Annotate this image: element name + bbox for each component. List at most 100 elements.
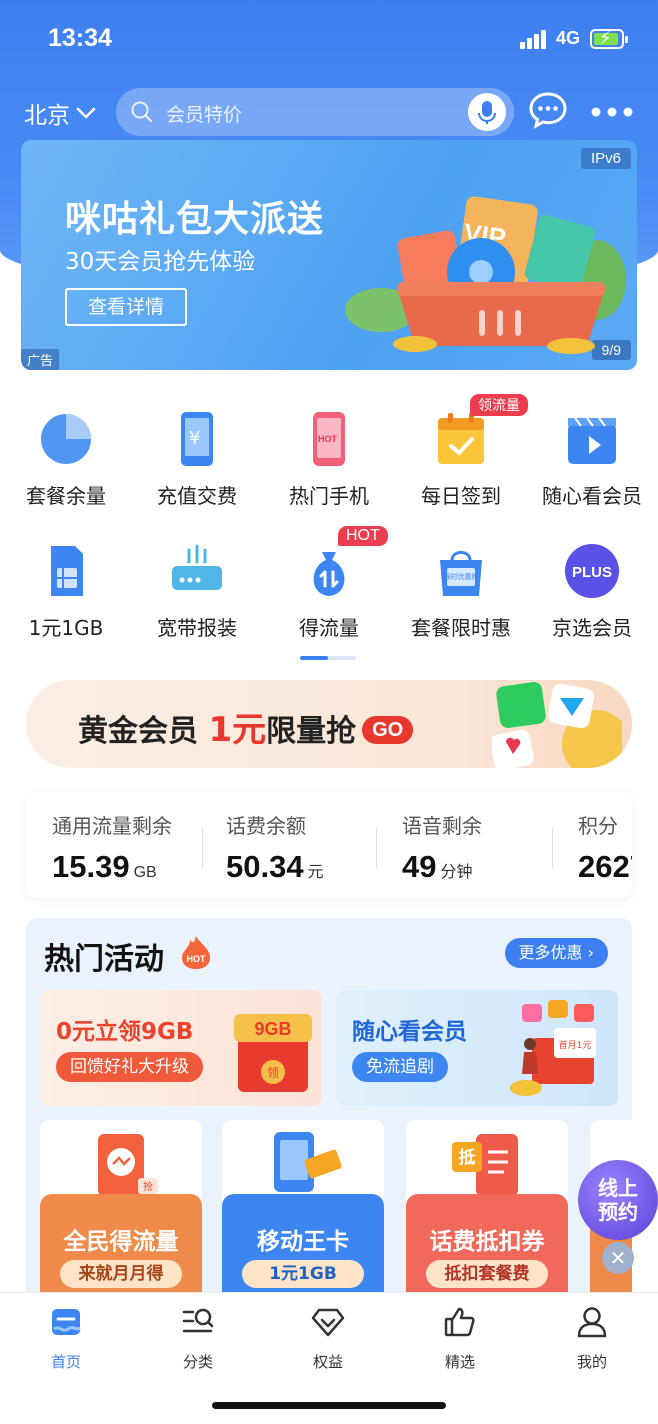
tab-category[interactable]: 分类 [148, 1305, 248, 1372]
router-icon [168, 542, 226, 600]
card-all-get-data[interactable]: 抢 全民得流量 来就月月得 [40, 1120, 202, 1298]
card-subtitle: 抵扣套餐费 [426, 1260, 548, 1288]
close-icon[interactable]: ✕ [602, 1242, 634, 1274]
search-input[interactable]: 会员特价 [166, 100, 242, 127]
tab-featured[interactable]: 精选 [410, 1305, 510, 1372]
more-icon[interactable] [590, 106, 634, 118]
view-details-button[interactable]: 查看详情 [65, 288, 187, 326]
search-icon [131, 101, 153, 123]
svg-text:领: 领 [267, 1066, 279, 1080]
gold-member-banner[interactable]: 黄金会员 1元限量抢 GO [26, 680, 632, 768]
tab-label: 首页 [50, 1353, 81, 1371]
grid-label: 热门手机 [289, 484, 369, 508]
grid-label: 宽带报装 [157, 616, 237, 640]
gold-suffix: 限量抢 [266, 714, 357, 749]
online-booking-float-button[interactable]: 线上 预约 [578, 1160, 658, 1240]
grid-item-get-data[interactable]: 得流量 [263, 542, 395, 641]
promo-button[interactable]: 回馈好礼大升级 [56, 1052, 203, 1082]
divider [552, 828, 553, 868]
svg-text:限时优惠购: 限时优惠购 [444, 572, 479, 581]
grid-item-limited-offer[interactable]: 限时优惠购 套餐限时惠 [395, 542, 527, 641]
diamond-icon [311, 1308, 345, 1337]
tab-home[interactable]: 首页 [16, 1305, 116, 1372]
float-label-2: 预约 [598, 1200, 638, 1224]
card-king-card[interactable]: 移动王卡 1元1GB [222, 1120, 384, 1298]
card-bottom: 移动王卡 1元1GB [222, 1194, 384, 1298]
gold-prefix: 黄金会员 [78, 714, 209, 749]
tab-profile[interactable]: 我的 [542, 1305, 642, 1372]
gold-price: 1元 [208, 710, 267, 750]
thumbs-up-icon [444, 1307, 475, 1337]
more-deals-button[interactable]: 更多优惠 › [504, 938, 608, 968]
phone-yen-icon: ¥ [168, 410, 226, 468]
card-bottom: 话费抵扣券 抵扣套餐费 [406, 1194, 568, 1298]
chevron-down-icon [76, 107, 96, 119]
stat-label: 话费余额 [226, 814, 306, 838]
grid-item-jd-member[interactable]: PLUS 京选会员 [526, 542, 658, 641]
earn-data-badge: 领流量 [470, 394, 528, 416]
svg-text:抵: 抵 [459, 1147, 476, 1168]
network-type: 4G [556, 28, 581, 48]
svg-text:HOT: HOT [318, 434, 338, 444]
search-bar[interactable]: 会员特价 [116, 88, 514, 136]
stat-data-remaining[interactable]: 通用流量剩余 15.39 GB [52, 810, 172, 885]
tab-label: 我的 [576, 1353, 607, 1371]
section-title: 热门活动 [44, 942, 164, 977]
promo-button[interactable]: 免流追剧 [352, 1052, 448, 1082]
card-bottom: 全民得流量 来就月月得 [40, 1194, 202, 1298]
home-icon [52, 1309, 81, 1335]
phone-hot-icon: HOT [300, 410, 358, 468]
signal-icon [520, 29, 550, 49]
grid-label: 套餐限时惠 [411, 616, 511, 640]
battery-icon: ⚡ [590, 28, 628, 49]
grid-item-1yuan-1gb[interactable]: 1元1GB [0, 542, 132, 641]
city-selector[interactable]: 北京 [24, 96, 96, 130]
svg-text:首月1元: 首月1元 [559, 1039, 592, 1051]
grid-label: 1元1GB [28, 616, 104, 640]
promo-video-vip[interactable]: 随心看会员 免流追剧 首月1元 [336, 990, 618, 1106]
stat-balance[interactable]: 话费余额 50.34 元 [226, 810, 324, 885]
top-header: 北京 会员特价 [0, 86, 658, 138]
category-icon [182, 1308, 214, 1333]
shopping-bag-icon: 限时优惠购 [432, 542, 490, 600]
grid-item-daily-checkin[interactable]: 每日签到 [395, 410, 527, 509]
account-stats-card[interactable]: 通用流量剩余 15.39 GB 话费余额 50.34 元 语音剩余 49 分钟 积分 … [26, 792, 632, 898]
stat-unit: 分钟 [440, 864, 473, 881]
video-gift-illustration: 首月1元 [510, 1000, 596, 1096]
microphone-icon[interactable] [468, 93, 506, 131]
chat-icon[interactable] [528, 90, 568, 130]
promo-title: 0元立领9GB [56, 1019, 194, 1045]
stat-points[interactable]: 积分 2627 [578, 810, 632, 885]
grid-label: 随心看会员 [542, 484, 642, 508]
grid-item-package-balance[interactable]: 套餐余量 [0, 410, 132, 509]
hot-badge: HOT [338, 526, 388, 546]
promo-banner[interactable]: 咪咕礼包大派送 30天会员抢先体验 查看详情 IPv6 广告 9/9 VIP [21, 140, 637, 370]
card-bill-coupon[interactable]: 抵 话费抵扣券 抵扣套餐费 [406, 1120, 568, 1298]
promo-free-9gb[interactable]: 0元立领9GB 回馈好礼大升级 9GB 领 [40, 990, 322, 1106]
pie-chart-icon [37, 410, 95, 468]
tab-label: 精选 [444, 1353, 475, 1371]
home-indicator [212, 1402, 446, 1409]
stat-voice-remaining[interactable]: 语音剩余 49 分钟 [402, 810, 482, 885]
promo-title: 随心看会员 [352, 1019, 467, 1045]
grid-item-hot-phones[interactable]: HOT 热门手机 [263, 410, 395, 509]
card-title: 移动王卡 [257, 1229, 349, 1255]
svg-text:PLUS: PLUS [572, 564, 612, 581]
stat-label: 通用流量剩余 [52, 814, 172, 838]
grid-item-video-vip[interactable]: 随心看会员 [526, 410, 658, 509]
tab-label: 分类 [182, 1353, 213, 1371]
gold-member-text: 黄金会员 1元限量抢 GO [78, 702, 414, 751]
svg-text:抢: 抢 [143, 1180, 153, 1193]
grid-label: 得流量 [299, 616, 359, 640]
grid-item-broadband[interactable]: 宽带报装 [131, 542, 263, 641]
status-time: 13:34 [48, 24, 112, 52]
tab-benefits[interactable]: 权益 [278, 1305, 378, 1372]
grid-item-recharge[interactable]: ¥ 充值交费 [131, 410, 263, 509]
status-bar: 13:34 4G ⚡ [0, 0, 658, 80]
tab-label: 权益 [312, 1353, 343, 1371]
sim-card-icon [37, 542, 95, 600]
gift-basket-illustration: VIP [345, 196, 626, 354]
card-subtitle: 1元1GB [242, 1260, 364, 1288]
ad-label: 广告 [21, 349, 60, 370]
go-button[interactable]: GO [362, 716, 414, 744]
